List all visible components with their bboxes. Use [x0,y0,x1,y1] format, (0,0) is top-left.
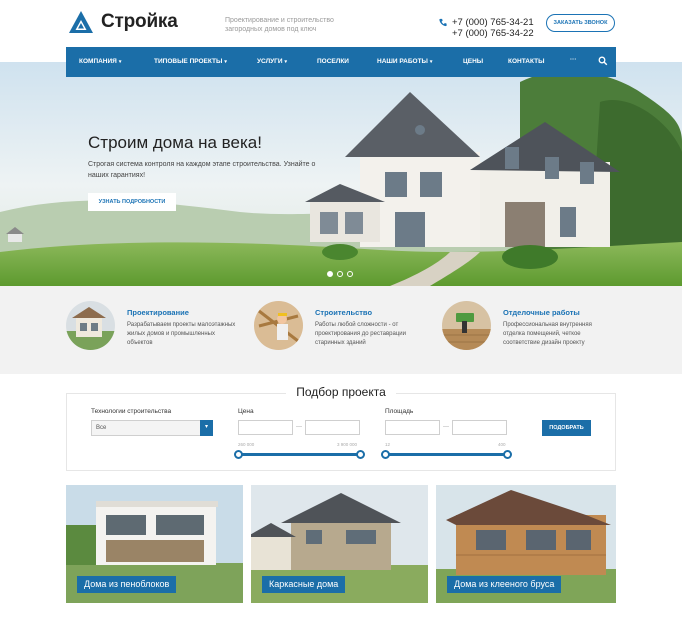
hero-slider: Строим дома на века! Строгая система кон… [0,62,682,286]
slider-dot[interactable] [337,271,343,277]
feature-construction[interactable]: Строительство Работы любой сложности - о… [254,301,429,353]
feature-description: Профессиональная внутренняя отделка поме… [503,322,592,346]
chevron-down-icon: ▾ [118,59,122,65]
price-slider-max-handle[interactable] [356,450,365,459]
feature-description: Работы любой сложности - от проектирован… [315,322,406,346]
area-label: Площадь [385,408,414,415]
phone-2[interactable]: +7 (000) 765-34-22 [452,28,534,39]
logo-mark-icon [69,11,93,33]
feature-title[interactable]: Строительство [315,308,372,317]
features-strip: Проектирование Разрабатываем проекты мал… [0,286,682,374]
area-dash: — [443,424,449,430]
technology-select[interactable]: Все ▾ [91,420,213,436]
search-icon[interactable] [598,56,608,66]
slider-dot[interactable] [327,271,333,277]
feature-title[interactable]: Проектирование [127,308,189,317]
header: Стройка Проектирование и строительство з… [0,0,682,47]
nav-item-company[interactable]: Компания ▾ [79,58,121,65]
main-nav: Компания ▾ Типовые проекты ▾ Услуги ▾ Посел… [66,47,616,77]
nav-item-standard-projects[interactable]: Типовые проекты ▾ [154,58,227,65]
area-max-text: 400 [498,442,506,447]
technology-label: Технологии строительства [91,408,172,415]
nav-item-more[interactable]: ··· [570,56,577,63]
feature-image [66,301,115,350]
slider-dot[interactable] [347,271,353,277]
price-label: Цена [238,408,254,415]
chevron-down-icon: ▾ [224,59,227,65]
feature-finishing[interactable]: Отделочные работы Профессиональная внутр… [442,301,617,353]
price-dash: — [296,424,302,430]
nav-item-contacts[interactable]: Контакты [508,58,544,65]
area-min-text: 12 [385,442,391,447]
feature-image [254,301,303,350]
tagline: Проектирование и строительство загородны… [225,17,334,33]
nav-item-services[interactable]: Услуги ▾ [257,58,287,65]
price-min-text: 260 000 [238,442,255,447]
hero-subtitle: Строгая система контроля на каждом этапе… [88,161,316,179]
feature-design[interactable]: Проектирование Разрабатываем проекты мал… [66,301,241,353]
price-max-text: 3 900 000 [337,442,358,447]
slider-dots [327,271,353,277]
category-card-frame[interactable]: Каркасные дома [251,485,428,603]
category-label: Каркасные дома [262,576,346,593]
callback-button[interactable]: Заказать звонок [546,14,615,32]
price-slider-track[interactable] [238,453,362,456]
technology-select-value: Все [96,425,107,431]
price-min-input[interactable] [238,420,293,435]
price-max-input[interactable] [305,420,360,435]
hero-title: Строим дома на века! [88,133,262,152]
category-label: Дома из пеноблоков [77,576,177,593]
area-max-input[interactable] [452,420,507,435]
filter-submit-button[interactable]: Подобрать [542,420,591,436]
feature-description: Разрабатываем проекты малоэтажных жилых … [127,322,236,346]
chevron-down-icon: ▾ [429,59,433,65]
logo[interactable]: Стройка [68,10,178,34]
project-filter: Технологии строительства Все ▾ Цена — 26… [66,393,616,471]
phone-icon [439,18,447,27]
filter-title-text: Подбор проекта [286,385,396,399]
category-card-foam-blocks[interactable]: Дома из пеноблоков [66,485,243,603]
category-card-glued-beam[interactable]: Дома из клееного бруса [436,485,616,603]
price-slider-min-handle[interactable] [234,450,243,459]
feature-image [442,301,491,350]
phone-1[interactable]: +7 (000) 765-34-21 [452,17,534,28]
filter-title: Подбор проекта [0,385,682,399]
brand-name: Стройка [101,11,178,32]
nav-item-villages[interactable]: Поселки [317,58,349,65]
chevron-down-icon[interactable]: ▾ [200,420,213,436]
hero-text: Строим дома на века! Строгая система кон… [88,133,328,181]
nav-item-our-works[interactable]: Наши работы ▾ [377,58,432,65]
feature-title[interactable]: Отделочные работы [503,308,580,317]
area-slider-max-handle[interactable] [503,450,512,459]
nav-item-prices[interactable]: Цены [463,58,483,65]
category-label: Дома из клееного бруса [447,576,562,593]
phones: +7 (000) 765-34-21 +7 (000) 765-34-22 [438,17,534,39]
area-min-input[interactable] [385,420,440,435]
chevron-down-icon: ▾ [284,59,288,65]
hero-details-button[interactable]: Узнать подробности [88,193,176,211]
area-slider-min-handle[interactable] [381,450,390,459]
area-slider-track[interactable] [385,453,509,456]
